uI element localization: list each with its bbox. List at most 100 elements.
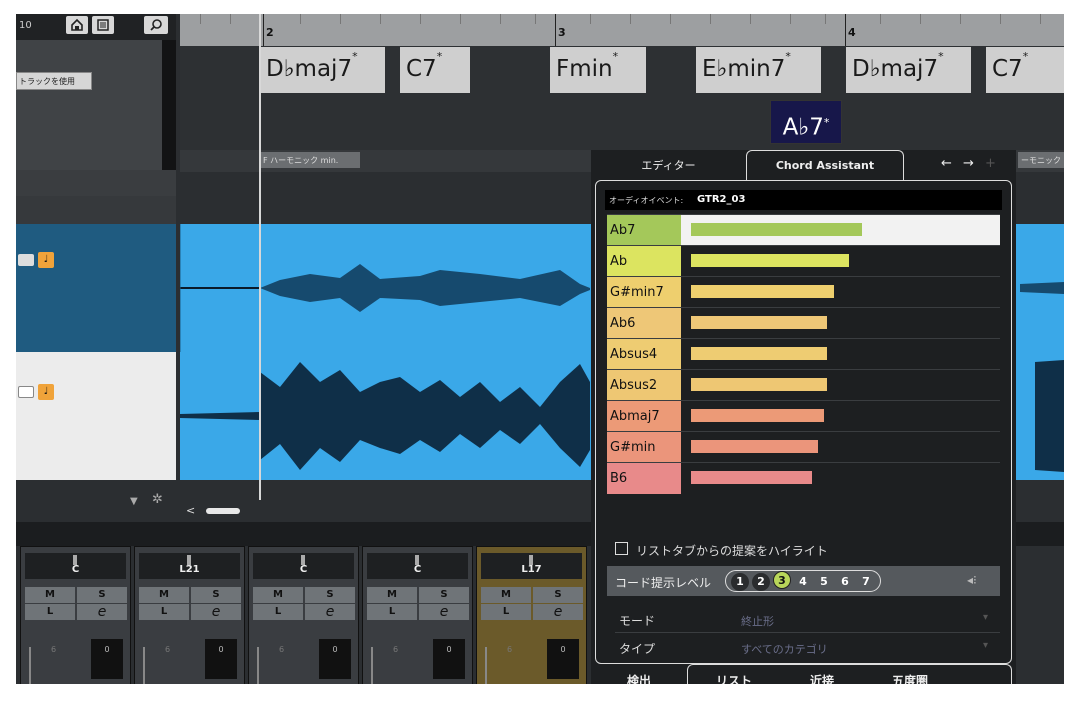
note-icon[interactable]: ♩ xyxy=(38,384,54,400)
search-icon[interactable] xyxy=(144,16,168,34)
mute-button[interactable]: M xyxy=(481,587,531,603)
highlight-checkbox[interactable] xyxy=(615,542,628,555)
volume-fader[interactable] xyxy=(143,647,145,684)
chord-event-2[interactable]: C7* xyxy=(400,47,470,93)
volume-readout: 0 xyxy=(91,639,123,679)
list-icon[interactable] xyxy=(92,16,114,34)
pan-indicator xyxy=(73,555,77,565)
edit-channel-button[interactable]: e xyxy=(77,604,127,620)
suggestion-row[interactable]: Ab6 xyxy=(607,307,1000,339)
note-icon[interactable]: ♩ xyxy=(38,252,54,268)
suggestion-row[interactable]: Ab xyxy=(607,245,1000,277)
suggestion-score-bar xyxy=(691,440,818,453)
level-button-6[interactable]: 6 xyxy=(836,573,854,591)
settings-arrow-icon[interactable]: ◂⁝ xyxy=(967,573,977,587)
tab-detect[interactable]: 検出 xyxy=(627,672,651,684)
chord-event-5[interactable]: D♭maj7* xyxy=(846,47,971,93)
listen-button[interactable]: L xyxy=(253,604,303,620)
suggestion-row[interactable]: G#min7 xyxy=(607,276,1000,308)
mute-button[interactable]: M xyxy=(25,587,75,603)
solo-button[interactable]: S xyxy=(419,587,469,603)
scroll-thumb[interactable] xyxy=(206,508,240,514)
ruler[interactable]: 2 3 4 xyxy=(180,14,1064,46)
pan-indicator xyxy=(529,555,533,565)
listen-button[interactable]: L xyxy=(25,604,75,620)
volume-readout: 0 xyxy=(319,639,351,679)
level-button-2[interactable]: 2 xyxy=(752,573,770,591)
mute-button[interactable]: M xyxy=(367,587,417,603)
arrow-right-icon[interactable]: → xyxy=(963,156,974,171)
tab-editor[interactable]: エディター xyxy=(591,150,746,180)
level-button-1[interactable]: 1 xyxy=(731,573,749,591)
mode-select[interactable]: 終止形 xyxy=(741,613,774,629)
scale-event-2[interactable]: ーモニック m xyxy=(1018,152,1064,168)
suggestion-row[interactable]: B6 xyxy=(607,462,1000,494)
listen-button[interactable]: L xyxy=(481,604,531,620)
track-counter: 10 xyxy=(19,20,32,31)
chord-event-1[interactable]: D♭maj7* xyxy=(260,47,385,93)
mode-label: モード xyxy=(619,614,656,628)
arrow-left-icon[interactable]: ← xyxy=(941,156,952,171)
solo-button[interactable]: S xyxy=(305,587,355,603)
chord-event-3[interactable]: Fmin* xyxy=(550,47,646,93)
solo-button[interactable]: S xyxy=(77,587,127,603)
scale-event[interactable]: F ハーモニック min. xyxy=(260,152,360,168)
mixer-channel[interactable]: CMSLe60 xyxy=(20,546,131,684)
add-icon[interactable]: + xyxy=(985,156,996,171)
suggestion-row[interactable]: G#min xyxy=(607,431,1000,463)
listen-button[interactable]: L xyxy=(367,604,417,620)
mixer-channel[interactable]: L21 M S Le 6 0 xyxy=(134,546,245,684)
mute-button[interactable]: M xyxy=(253,587,303,603)
mute-button[interactable]: M xyxy=(139,587,189,603)
track-edit-icon[interactable] xyxy=(18,254,34,266)
suggestion-score-bar xyxy=(691,378,827,391)
inspector-panel: トラックを使用 xyxy=(16,40,176,170)
suggestion-row[interactable]: Abmaj7 xyxy=(607,400,1000,432)
suggestion-name: Absus4 xyxy=(607,339,681,370)
volume-fader[interactable] xyxy=(485,647,487,684)
level-button-7[interactable]: 7 xyxy=(857,573,875,591)
edit-channel-button[interactable]: e xyxy=(533,604,583,620)
edit-channel-button[interactable]: e xyxy=(191,604,241,620)
chord-event-4[interactable]: E♭min7* xyxy=(696,47,821,93)
chevron-down-icon[interactable]: ▾ xyxy=(983,612,988,623)
volume-fader[interactable] xyxy=(29,647,31,684)
solo-button[interactable]: S xyxy=(191,587,241,603)
suggestion-row[interactable]: Ab7 xyxy=(607,214,1000,246)
level-button-4[interactable]: 4 xyxy=(794,573,812,591)
edit-channel-button[interactable]: e xyxy=(419,604,469,620)
bar-number-3: 3 xyxy=(558,26,566,39)
track-header-2[interactable]: ♩ xyxy=(16,352,176,480)
tab-list[interactable]: リスト xyxy=(716,672,752,684)
tab-proximity[interactable]: 近接 xyxy=(810,672,834,684)
playhead[interactable] xyxy=(259,14,261,509)
scroll-left-icon[interactable]: < xyxy=(186,504,195,517)
gear-icon[interactable]: ✲ xyxy=(152,492,163,507)
suggestion-row[interactable]: Absus4 xyxy=(607,338,1000,370)
level-button-3[interactable]: 3 xyxy=(773,571,791,589)
use-track-button[interactable]: トラックを使用 xyxy=(16,72,92,90)
edit-channel-button[interactable]: e xyxy=(305,604,355,620)
tab-chord-assistant[interactable]: Chord Assistant xyxy=(746,150,904,180)
mixer-channel[interactable]: CMSLe60 xyxy=(362,546,473,684)
mixer-channel[interactable]: L17 M S Le 6 0 xyxy=(476,546,587,684)
volume-fader[interactable] xyxy=(257,647,259,684)
chord-event-6[interactable]: C7* xyxy=(986,47,1064,93)
mixer-channel[interactable]: CMSLe60 xyxy=(248,546,359,684)
track-edit-icon[interactable] xyxy=(18,386,34,398)
chevron-down-icon[interactable]: ▾ xyxy=(983,640,988,651)
solo-button[interactable]: S xyxy=(533,587,583,603)
volume-fader[interactable] xyxy=(371,647,373,684)
level-button-5[interactable]: 5 xyxy=(815,573,833,591)
tab-circle-of-fifths[interactable]: 五度圏 xyxy=(892,672,928,684)
volume-readout: 0 xyxy=(547,639,579,679)
listen-button[interactable]: L xyxy=(139,604,189,620)
track-header-1[interactable]: ♩ xyxy=(16,224,176,352)
chevron-down-icon[interactable]: ▼ xyxy=(130,496,138,507)
home-icon[interactable] xyxy=(66,16,88,34)
suggestion-row[interactable]: Absus2 xyxy=(607,369,1000,401)
suggested-chord-popup[interactable]: A♭7* xyxy=(770,100,842,144)
type-select[interactable]: すべてのカテゴリ xyxy=(741,641,828,657)
pan-indicator xyxy=(187,555,191,565)
fader-scale-label: 6 xyxy=(279,645,285,654)
